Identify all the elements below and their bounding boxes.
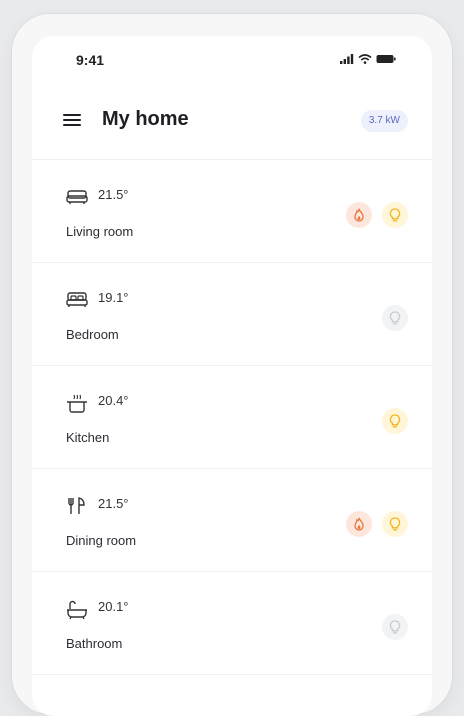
light-bulb-icon[interactable] (382, 511, 408, 537)
room-name: Kitchen (66, 430, 110, 445)
room-name: Bedroom (66, 327, 119, 342)
cooking-pot-icon (66, 394, 88, 413)
room-temperature: 20.4° (98, 393, 129, 408)
phone-frame: 9:41 My home 3.7 kW 21.5° Living room 19… (12, 14, 452, 716)
sofa-icon (66, 188, 88, 206)
light-bulb-icon[interactable] (382, 614, 408, 640)
wifi-icon (358, 54, 372, 64)
fork-knife-icon (66, 497, 88, 515)
room-actions (346, 511, 408, 537)
app-screen: 9:41 My home 3.7 kW 21.5° Living room 19… (32, 36, 432, 716)
app-header: My home 3.7 kW (32, 102, 432, 144)
light-bulb-icon[interactable] (382, 408, 408, 434)
room-name: Dining room (66, 533, 137, 548)
bathtub-icon (66, 600, 88, 620)
status-bar: 9:41 (32, 36, 432, 80)
room-temperature: 19.1° (98, 290, 129, 305)
room-temperature: 21.5° (98, 496, 129, 511)
bed-icon (66, 291, 88, 309)
status-icons (340, 54, 396, 64)
room-actions (382, 305, 408, 331)
light-bulb-icon[interactable] (382, 202, 408, 228)
heating-flame-icon[interactable] (346, 202, 372, 228)
room-actions (382, 614, 408, 640)
power-usage-badge[interactable]: 3.7 kW (360, 110, 408, 132)
battery-icon (376, 55, 396, 63)
room-row-bathroom[interactable]: 20.1° Bathroom (32, 571, 432, 674)
room-list: 21.5° Living room 19.1° Bedroom 20.4° Ki… (32, 159, 432, 715)
room-name: Bathroom (66, 636, 123, 651)
list-divider (32, 674, 432, 715)
status-time: 9:41 (76, 52, 105, 68)
room-actions (346, 202, 408, 228)
room-row-kitchen[interactable]: 20.4° Kitchen (32, 365, 432, 468)
light-bulb-icon[interactable] (382, 305, 408, 331)
room-temperature: 21.5° (98, 187, 129, 202)
heating-flame-icon[interactable] (346, 511, 372, 537)
room-row-bedroom[interactable]: 19.1° Bedroom (32, 262, 432, 365)
room-actions (382, 408, 408, 434)
room-name: Living room (66, 224, 134, 239)
hamburger-menu-icon[interactable] (62, 110, 82, 130)
page-title: My home (102, 108, 189, 130)
room-temperature: 20.1° (98, 599, 129, 614)
room-row-dining-room[interactable]: 21.5° Dining room (32, 468, 432, 571)
room-row-living-room[interactable]: 21.5° Living room (32, 159, 432, 262)
signal-icon (340, 54, 354, 64)
